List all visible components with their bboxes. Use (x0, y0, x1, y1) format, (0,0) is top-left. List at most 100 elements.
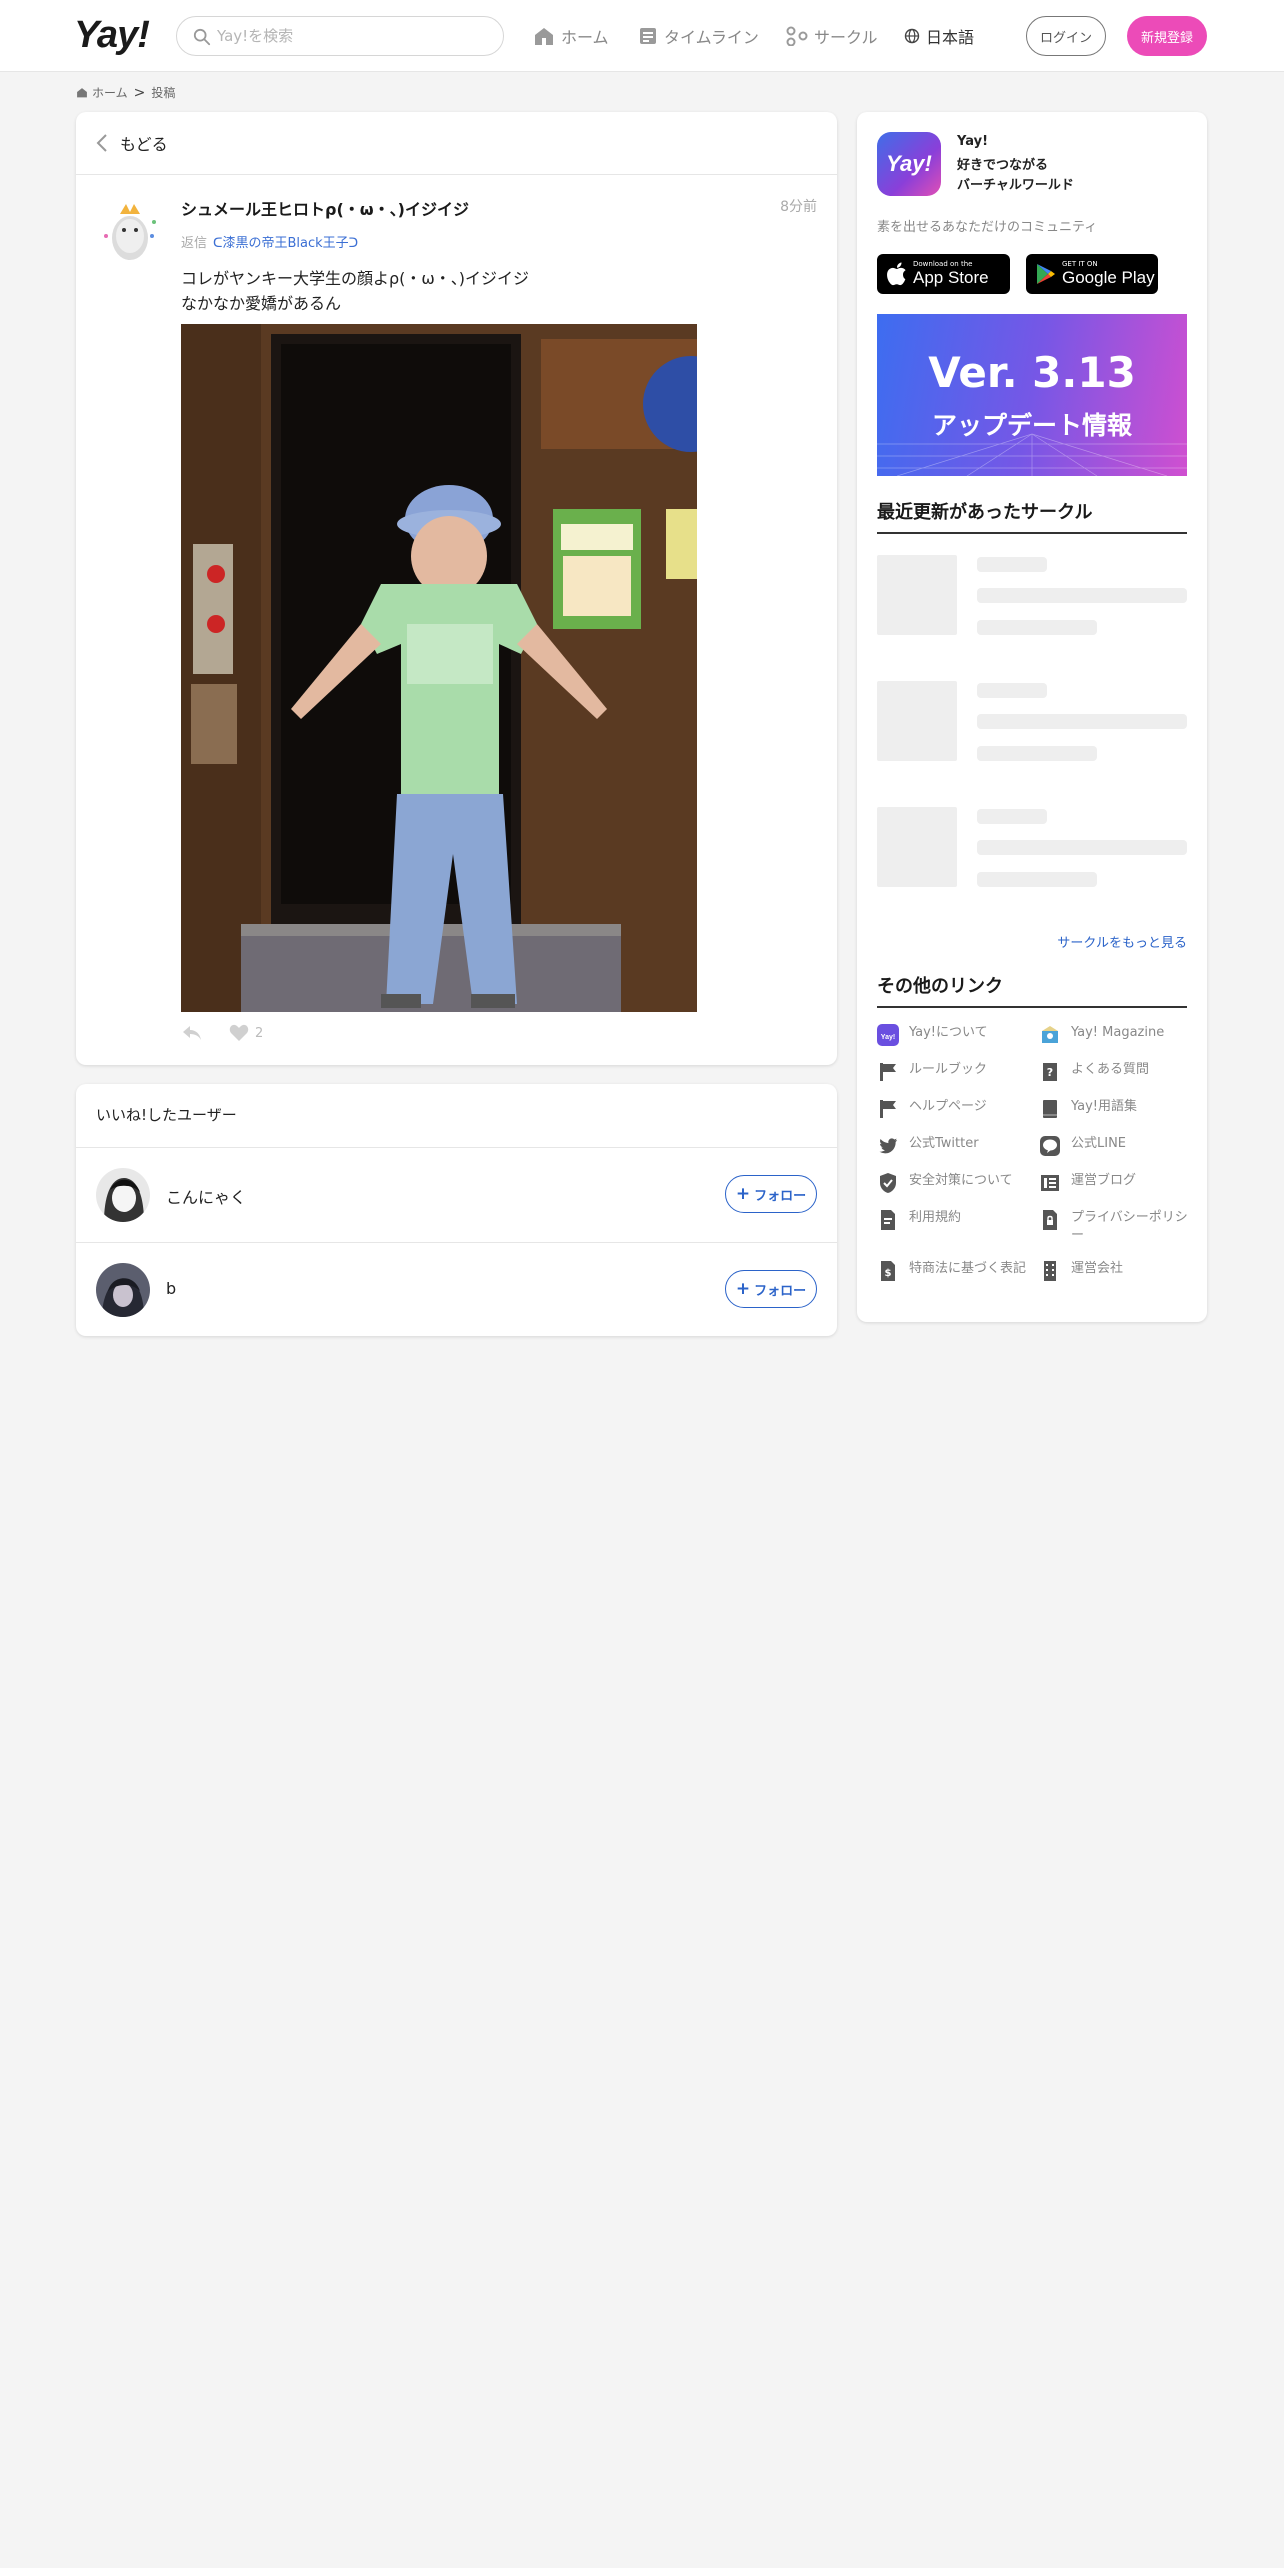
link-label: 公式Twitter (909, 1136, 979, 1151)
google-play-icon (1037, 264, 1055, 284)
link-terms[interactable]: 利用規約 (877, 1209, 1027, 1231)
post-actions: 2 (181, 1024, 263, 1042)
link-help[interactable]: ヘルプページ (877, 1098, 1027, 1120)
breadcrumb-current: 投稿 (151, 86, 176, 100)
book-icon (1039, 1098, 1061, 1120)
app-store-text: Download on the App Store (913, 260, 989, 288)
sidebar-card: Yay! Yay! 好きでつながる バーチャルワールド 素を出せるあなただけのコ… (857, 112, 1207, 1322)
link-label: 特商法に基づく表記 (909, 1261, 1027, 1276)
search-box[interactable] (176, 16, 504, 56)
reply-to-link[interactable]: ᑕ漆黒の帝王Black王子ᑐ (213, 236, 358, 251)
like-count: 2 (255, 1025, 264, 1041)
building-icon (1039, 1260, 1061, 1282)
link-line[interactable]: 公式LINE (1039, 1135, 1189, 1157)
link-privacy[interactable]: プライバシーポリシー (1039, 1209, 1189, 1245)
yay-logo[interactable]: Yay! (74, 14, 150, 57)
language-selector[interactable]: 日本語 (904, 22, 974, 50)
update-banner[interactable]: Ver. 3.13 アップデート情報 (877, 314, 1187, 476)
home-icon (77, 88, 87, 98)
reply-prefix: 返信 (181, 236, 208, 251)
post-photo[interactable] (181, 324, 697, 1012)
login-button[interactable]: ログイン (1026, 16, 1106, 56)
app-store-button[interactable]: Download on the App Store (877, 254, 1010, 294)
back-button[interactable]: もどる (76, 112, 837, 175)
avatar[interactable] (96, 1263, 150, 1317)
skeleton-line (977, 809, 1047, 824)
svg-text:Yay!: Yay! (881, 1034, 895, 1041)
link-glossary[interactable]: Yay!用語集 (1039, 1098, 1189, 1120)
link-commercial-law[interactable]: $ 特商法に基づく表記 (877, 1260, 1027, 1282)
link-label: Yay! Magazine (1071, 1025, 1165, 1040)
link-twitter[interactable]: 公式Twitter (877, 1135, 1027, 1157)
apple-icon (887, 262, 906, 286)
svg-text:$: $ (885, 1268, 892, 1279)
language-label: 日本語 (926, 28, 975, 47)
nav-timeline[interactable]: タイムライン (638, 22, 759, 50)
link-about[interactable]: Yay! Yay!について (877, 1024, 1027, 1046)
skeleton-line (977, 557, 1047, 572)
link-blog[interactable]: 運営ブログ (1039, 1172, 1189, 1194)
svg-text:?: ? (1047, 1066, 1053, 1079)
avatar[interactable] (96, 1168, 150, 1222)
link-safety[interactable]: 安全対策について (877, 1172, 1027, 1194)
link-rulebook[interactable]: ルールブック (877, 1061, 1027, 1083)
link-label: 公式LINE (1071, 1136, 1127, 1151)
shield-icon (877, 1172, 899, 1194)
breadcrumb-home[interactable]: ホーム (92, 84, 128, 101)
like-button[interactable]: 2 (229, 1024, 263, 1042)
search-input[interactable] (217, 17, 487, 55)
link-label: ルールブック (909, 1062, 988, 1077)
nav-circle[interactable]: サークル (786, 22, 878, 50)
author-name[interactable]: シュメール王ヒロトρ(・ω・、)イジイジ (181, 196, 469, 220)
user-name[interactable]: こんにゃく (166, 1184, 246, 1208)
magazine-icon (1039, 1024, 1061, 1046)
skeleton-line (977, 620, 1097, 635)
list-item[interactable]: こんにゃく + フォロー (76, 1148, 837, 1242)
breadcrumb-separator: > (133, 84, 146, 101)
yay-logo-icon: Yay! (877, 1024, 899, 1046)
liked-users-card: いいね!したユーザー こんにゃく + フォロー b + フォロー (76, 1084, 837, 1336)
follow-button[interactable]: + フォロー (725, 1270, 817, 1308)
flag-icon (877, 1098, 899, 1120)
plus-icon: + (735, 1279, 751, 1299)
list-item[interactable]: b + フォロー (76, 1243, 837, 1337)
app-description: 素を出せるあなただけのコミュニティ (877, 220, 1098, 235)
nav-circle-label: サークル (814, 28, 878, 47)
globe-icon (904, 28, 920, 44)
follow-button[interactable]: + フォロー (725, 1175, 817, 1213)
signup-button[interactable]: 新規登録 (1127, 16, 1207, 56)
skeleton-thumb (877, 807, 957, 887)
reply-icon[interactable] (181, 1024, 203, 1042)
question-icon: ? (1039, 1061, 1061, 1083)
link-label: Yay!用語集 (1071, 1099, 1138, 1114)
follow-label: フォロー (754, 1188, 807, 1204)
author-avatar[interactable] (96, 196, 164, 264)
google-play-button[interactable]: GET IT ON Google Play (1026, 254, 1158, 294)
link-company[interactable]: 運営会社 (1039, 1260, 1189, 1282)
yay-app-icon[interactable]: Yay! (877, 132, 941, 196)
skeleton-line (977, 872, 1097, 887)
app-store-big: App Store (913, 268, 989, 287)
link-magazine[interactable]: Yay! Magazine (1039, 1024, 1189, 1046)
skeleton-line (977, 746, 1097, 761)
liked-users-title: いいね!したユーザー (96, 1106, 237, 1124)
skeleton-line (977, 683, 1047, 698)
link-label: 利用規約 (909, 1210, 962, 1225)
plus-icon: + (735, 1184, 751, 1204)
user-name[interactable]: b (166, 1279, 176, 1298)
heart-icon (229, 1024, 249, 1041)
post-card: もどる シュメール王ヒロトρ(・ω・、)イジイジ 8分前 返信 ᑕ漆黒の帝王Bla… (76, 112, 837, 1065)
more-circles-link[interactable]: サークルをもっと見る (1057, 932, 1187, 951)
link-label: よくある質問 (1071, 1062, 1150, 1077)
link-label: プライバシーポリシー (1071, 1210, 1188, 1243)
chevron-left-icon (96, 134, 107, 152)
link-faq[interactable]: ? よくある質問 (1039, 1061, 1189, 1083)
skeleton-line (977, 840, 1187, 855)
nav-home-label: ホーム (561, 28, 609, 47)
app-name: Yay! (957, 134, 988, 149)
link-label: 運営会社 (1071, 1261, 1124, 1276)
google-play-small: GET IT ON (1062, 260, 1098, 268)
link-label: Yay!について (909, 1025, 988, 1040)
nav-home[interactable]: ホーム (533, 22, 609, 50)
link-label: 運営ブログ (1071, 1173, 1137, 1188)
